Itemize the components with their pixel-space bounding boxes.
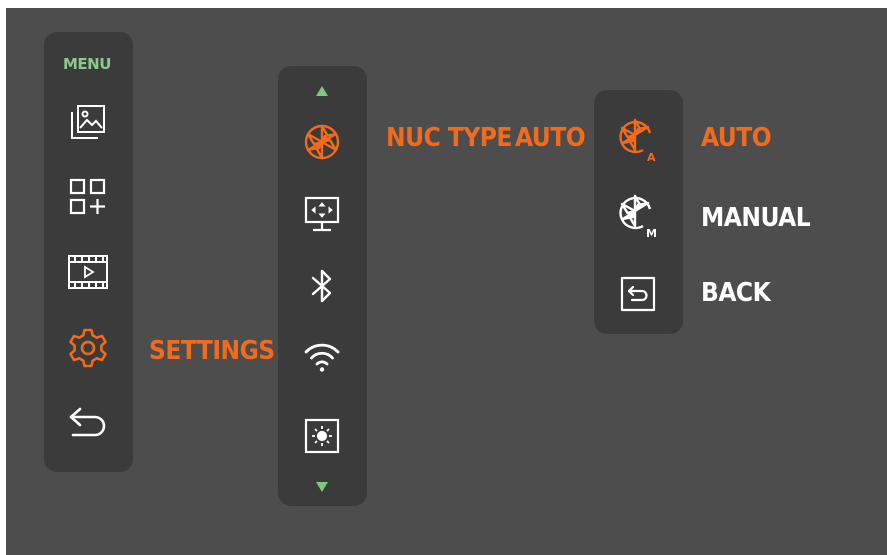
device-screen: MENU SETTINGS NUC TYPE AUTO A M AUTO MAN…: [6, 8, 887, 555]
aperture-icon[interactable]: [298, 118, 346, 166]
settings-menu-panel: [278, 66, 367, 506]
bluetooth-icon[interactable]: [298, 262, 346, 310]
brightness-icon[interactable]: [298, 412, 346, 460]
back-box-icon[interactable]: [614, 270, 662, 318]
nuc-type-label: NUC TYPE: [386, 123, 512, 153]
gear-icon[interactable]: [64, 323, 112, 371]
aperture-manual-icon[interactable]: M: [614, 190, 662, 242]
svg-text:A: A: [647, 151, 656, 163]
add-widget-icon[interactable]: [64, 172, 112, 220]
wifi-icon[interactable]: [298, 334, 346, 382]
svg-text:M: M: [646, 227, 657, 239]
option-manual-label[interactable]: MANUAL: [701, 205, 811, 231]
triangle-down-icon[interactable]: [308, 476, 336, 498]
nuc-options-panel: A M: [594, 90, 683, 334]
option-back-label[interactable]: BACK: [701, 280, 771, 306]
settings-label: SETTINGS: [149, 336, 275, 366]
back-arrow-icon[interactable]: [64, 400, 112, 448]
menu-title: MENU: [63, 55, 111, 73]
nuc-type-value: AUTO: [515, 123, 586, 153]
aperture-auto-icon[interactable]: A: [614, 114, 662, 166]
display-icon[interactable]: [298, 190, 346, 238]
option-auto-label[interactable]: AUTO: [701, 125, 772, 151]
main-menu-panel: MENU: [44, 32, 133, 472]
video-playback-icon[interactable]: [64, 248, 112, 296]
image-gallery-icon[interactable]: [64, 98, 112, 146]
triangle-up-icon[interactable]: [308, 80, 336, 102]
